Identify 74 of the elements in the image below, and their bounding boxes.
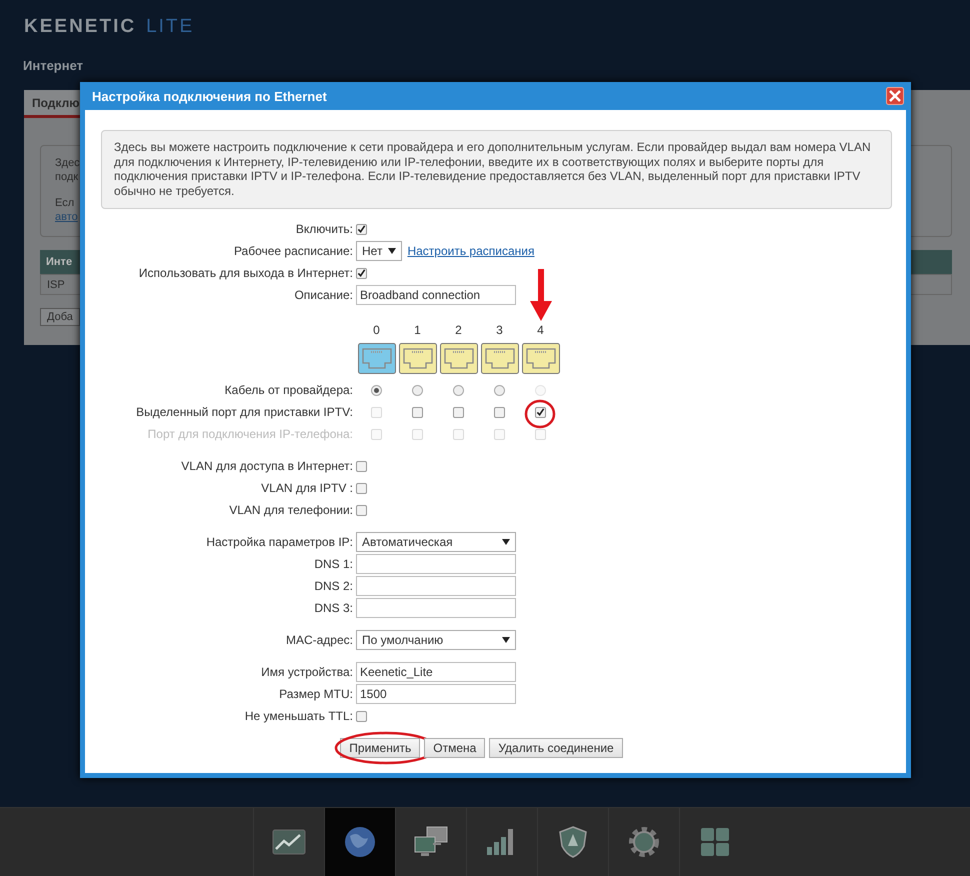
- shield-icon: [559, 826, 587, 858]
- field-label: VLAN для доступа в Интернет:: [180, 459, 354, 473]
- arrow-annotation: [529, 269, 553, 321]
- field-label: DNS 2:: [313, 579, 354, 593]
- page-title: Интернет: [22, 57, 84, 73]
- caret-icon: [502, 637, 510, 643]
- dropdown[interactable]: Автоматическая: [356, 532, 516, 552]
- field-label: VLAN для телефонии:: [228, 503, 354, 517]
- circle-annotation: [524, 398, 556, 428]
- field-label: Размер MTU:: [278, 687, 354, 701]
- info-text: Здес: [55, 156, 80, 170]
- input-field[interactable]: 1500: [356, 684, 516, 704]
- table-cell: ISP: [47, 279, 65, 291]
- radio-button[interactable]: [494, 384, 505, 396]
- field-label: Настройка параметров IP:: [205, 535, 354, 549]
- field-label: Описание:: [293, 288, 354, 302]
- field-label: Не уменьшать TTL:: [244, 709, 354, 723]
- delete-button[interactable]: Удалить соединение: [489, 738, 623, 758]
- field-label: Рабочее расписание:: [232, 244, 354, 258]
- apps-icon: [700, 827, 730, 857]
- dialog-title: Настройка подключения по Ethernet: [92, 88, 327, 104]
- port-number: 3: [496, 323, 503, 337]
- dropdown[interactable]: Нет: [356, 241, 402, 261]
- chart-icon: [272, 829, 306, 855]
- checkbox[interactable]: [356, 504, 367, 516]
- field-label: Порт для подключения IP-телефона:: [146, 427, 354, 441]
- field-label: Выделенный порт для приставки IPTV:: [135, 405, 354, 419]
- checkbox[interactable]: [356, 710, 367, 722]
- dropdown[interactable]: По умолчанию: [356, 630, 516, 650]
- checkbox[interactable]: [412, 406, 423, 418]
- computers-icon: [413, 826, 449, 858]
- port-number: 0: [373, 323, 380, 337]
- checkbox[interactable]: [494, 406, 505, 418]
- input-field[interactable]: Keenetic_Lite: [356, 662, 516, 682]
- port-number: 2: [455, 323, 462, 337]
- input-field[interactable]: [356, 576, 516, 596]
- field-label: Включить:: [294, 222, 354, 236]
- checkbox[interactable]: [356, 268, 367, 278]
- checkbox[interactable]: [356, 224, 367, 234]
- input-field[interactable]: [356, 554, 516, 574]
- input-field[interactable]: Broadband connection: [356, 285, 516, 305]
- radio-button[interactable]: [412, 384, 423, 396]
- field-label: DNS 3:: [313, 601, 354, 615]
- field-label: Использовать для выхода в Интернет:: [138, 266, 354, 280]
- description-text: Здесь вы можете настроить подключение к сети провайдера и его дополнительным услугам. Если провайдер выдал вам номера VLAN для подключения к Интернету, IP-телевидению или IP-телефонии, введите их в соответствующих полях и выберите порты для подключения приставки IPTV и IP-телефона. Если IP-телевидение предоставляется без VLAN, выделенный порт для приставки IPTV обычно не требуется.: [101, 130, 892, 209]
- globe-taskbar-button[interactable]: [324, 808, 395, 876]
- settings-icon: [628, 826, 660, 858]
- radio-button[interactable]: [453, 384, 464, 396]
- checkbox[interactable]: [356, 460, 367, 472]
- field-label: Кабель от провайдера:: [224, 383, 354, 397]
- close-icon[interactable]: [886, 87, 904, 105]
- add-button[interactable]: Доба: [40, 308, 80, 326]
- caret-icon: [502, 539, 510, 545]
- globe-icon: [344, 826, 376, 858]
- checkbox[interactable]: [535, 406, 546, 418]
- checkbox[interactable]: [356, 482, 367, 494]
- caret-icon: [388, 248, 396, 254]
- apply-button[interactable]: Применить: [340, 738, 420, 758]
- checkbox[interactable]: [453, 406, 464, 418]
- input-field[interactable]: [356, 598, 516, 618]
- radio-button[interactable]: [371, 384, 382, 396]
- info-text: Есл: [55, 196, 74, 210]
- column-header: Инте: [46, 256, 72, 268]
- field-label: DNS 1:: [313, 557, 354, 571]
- port-number: 4: [537, 323, 544, 337]
- logo-subtitle: LITE: [146, 16, 194, 38]
- port-number: 1: [414, 323, 421, 337]
- field-label: Имя устройства:: [260, 665, 354, 679]
- cancel-button[interactable]: Отмена: [424, 738, 486, 758]
- info-text: подк: [55, 170, 78, 184]
- field-label: MAC-адрес:: [284, 633, 354, 647]
- schedule-link[interactable]: Настроить расписания: [407, 244, 534, 258]
- logo-text: KEENETIC: [24, 16, 136, 38]
- field-label: VLAN для IPTV :: [260, 481, 354, 495]
